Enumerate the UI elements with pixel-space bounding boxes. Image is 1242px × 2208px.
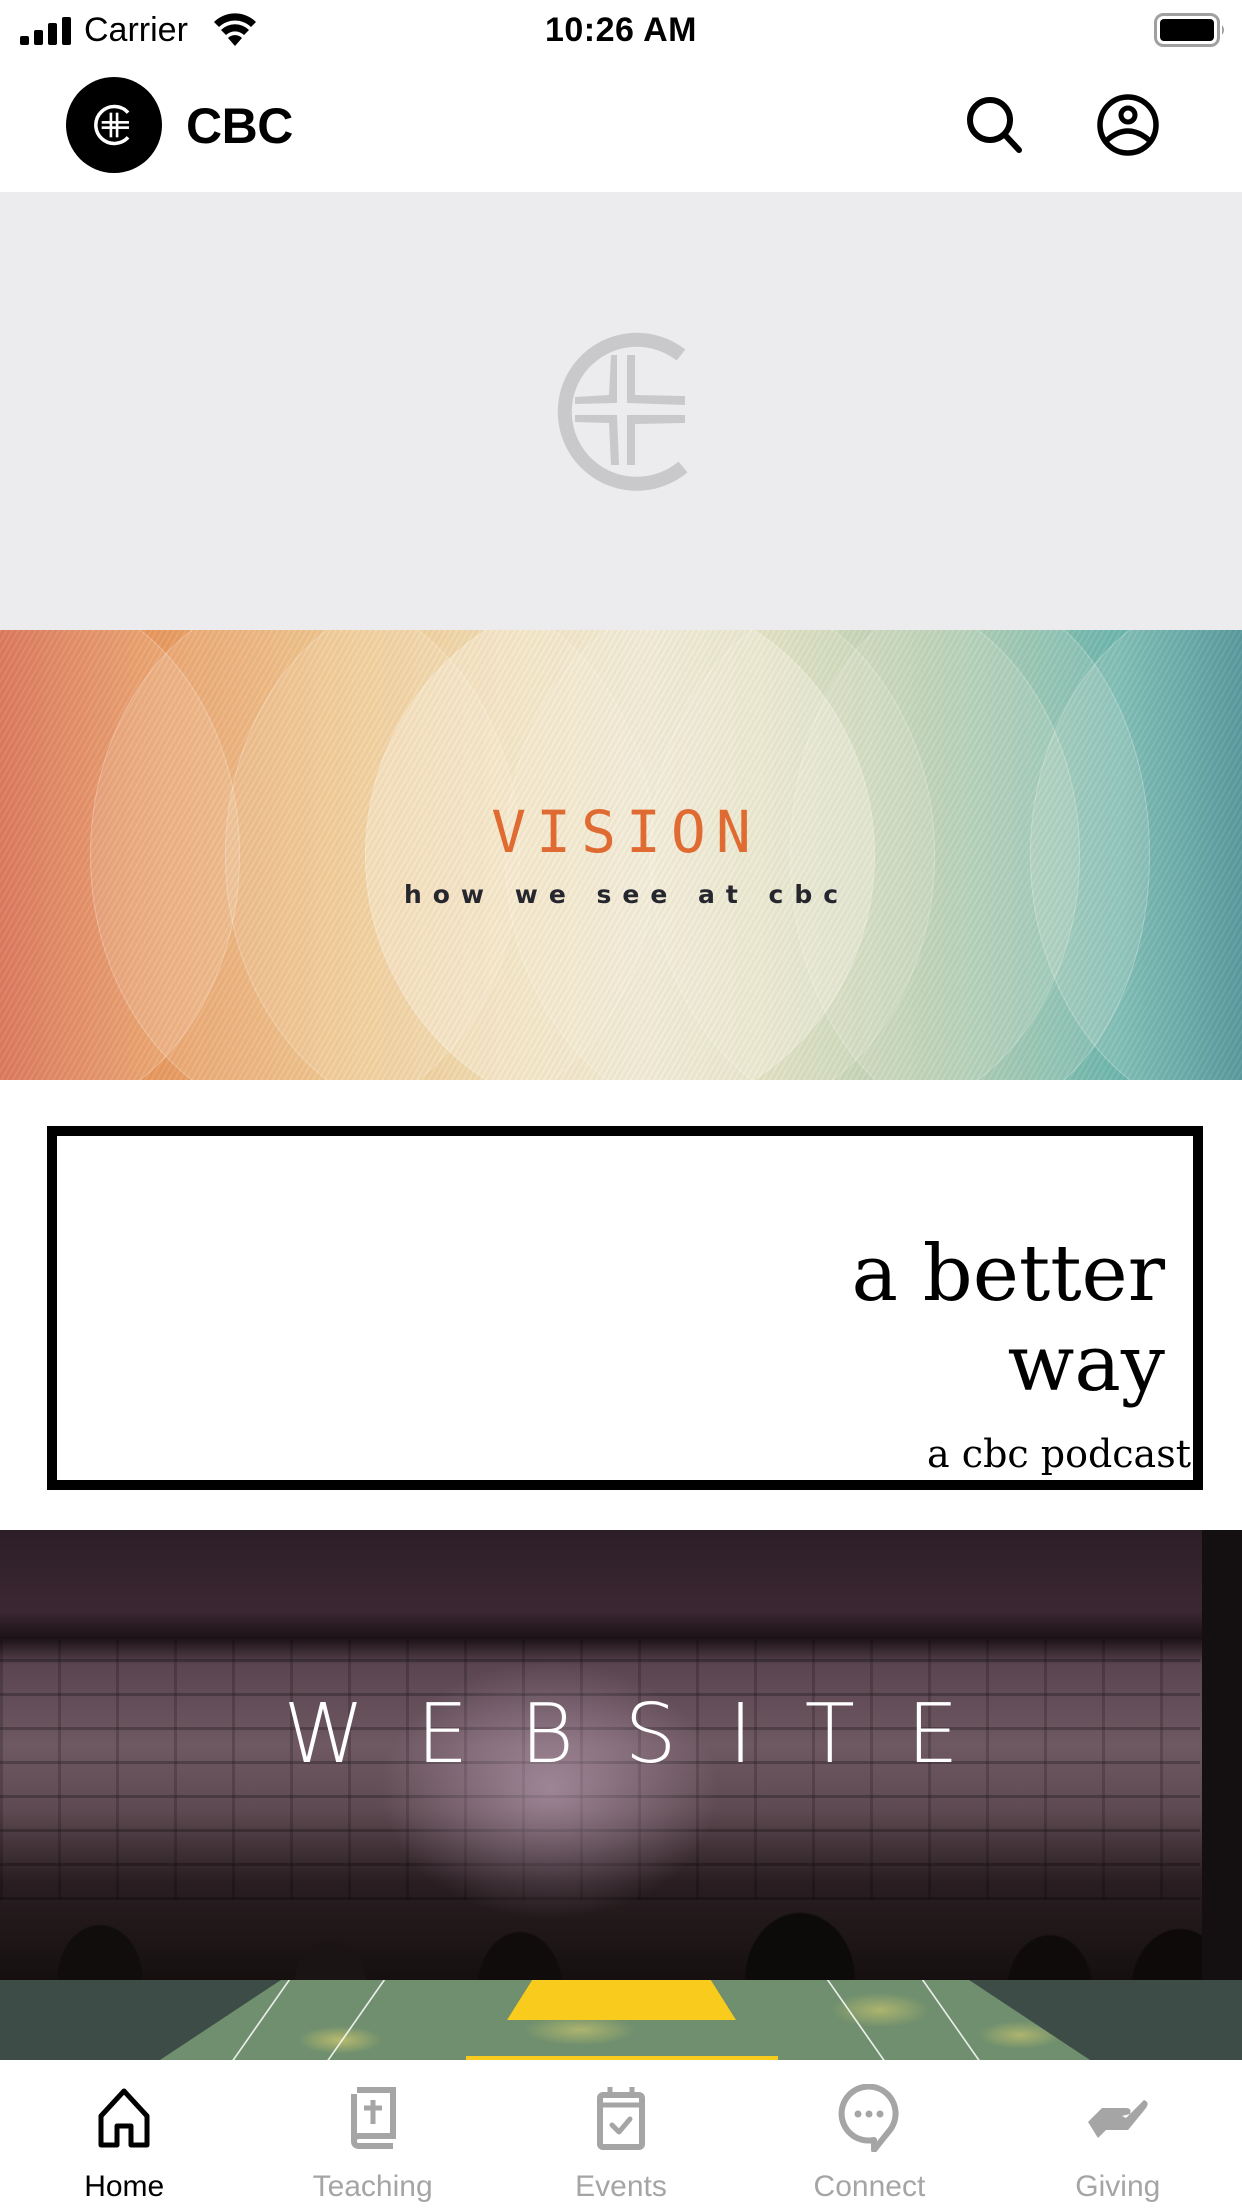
podcast-card[interactable]: a better way a cbc podcast [47, 1126, 1203, 1490]
tab-label: Giving [1075, 2170, 1161, 2203]
podcast-banner[interactable]: a better way a cbc podcast [0, 1080, 1242, 1530]
tab-giving[interactable]: Giving [994, 2060, 1242, 2208]
next-banner-partial[interactable] [0, 1980, 1242, 2060]
tab-events[interactable]: Events [497, 2060, 745, 2208]
tab-label: Events [575, 2170, 667, 2203]
cbc-cross-logo-icon [94, 104, 130, 146]
tab-label: Home [84, 2170, 165, 2203]
search-button[interactable] [960, 90, 1030, 160]
podcast-subtitle: a cbc podcast [927, 1432, 1191, 1476]
status-time: 10:26 AM [544, 11, 698, 49]
featured-placeholder[interactable] [0, 192, 1242, 630]
home-feed[interactable]: VISION how we see at cbc a better way a … [0, 192, 1242, 2060]
home-icon [92, 2086, 156, 2150]
app-header: CBC [0, 62, 1242, 192]
tab-label: Teaching [312, 2170, 433, 2203]
tab-bar: Home Teaching Events Connect Giving [0, 2060, 1242, 2208]
vision-subtitle: how we see at cbc [403, 880, 850, 909]
podcast-title-line2: way [1007, 1319, 1165, 1409]
tab-home[interactable]: Home [0, 2060, 248, 2208]
cbc-logo[interactable] [66, 77, 162, 173]
battery-icon [1154, 13, 1224, 47]
tab-teaching[interactable]: Teaching [248, 2060, 496, 2208]
bible-icon [341, 2086, 405, 2150]
tab-label: Connect [813, 2170, 926, 2203]
tab-connect[interactable]: Connect [745, 2060, 993, 2208]
banner-yellow-shape [507, 1980, 736, 2020]
website-title: WEBSITE [283, 1687, 1011, 1782]
search-icon [967, 97, 1022, 153]
vision-title: VISION [491, 798, 761, 866]
podcast-title-line1: a better [851, 1229, 1165, 1319]
user-circle-icon [1097, 94, 1159, 156]
app-title: CBC [186, 98, 293, 154]
chat-bubble-icon [837, 2084, 901, 2152]
crowd-silhouettes [0, 1830, 1242, 1980]
calendar-check-icon [589, 2086, 653, 2150]
giving-hand-icon [1086, 2086, 1150, 2150]
status-bar: Carrier 10:26 AM [0, 0, 1242, 62]
profile-button[interactable] [1093, 90, 1163, 160]
website-banner[interactable]: WEBSITE [0, 1530, 1242, 1980]
cbc-cross-logo-icon [557, 332, 688, 491]
vision-banner[interactable]: VISION how we see at cbc [0, 630, 1242, 1080]
